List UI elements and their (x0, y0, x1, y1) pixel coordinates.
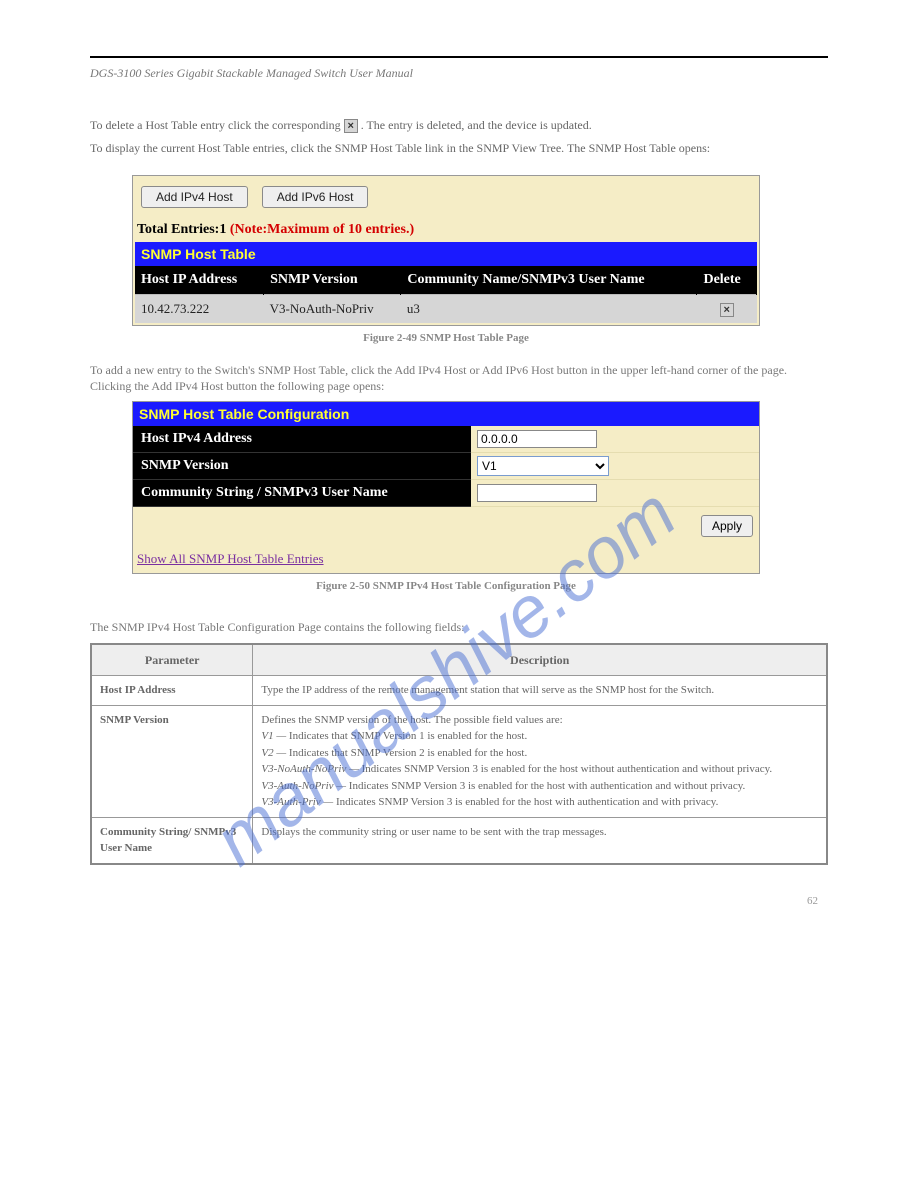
snmp-host-config-figure: SNMP Host Table Configuration Host IPv4 … (132, 401, 760, 592)
cell-snmp-version: V3-NoAuth-NoPriv (264, 294, 401, 323)
page-number: 62 (807, 895, 818, 907)
param-option-term: V1 — (261, 730, 286, 742)
param-name: Community String/ SNMPv3 User Name (91, 817, 253, 864)
col-community: Community Name/SNMPv3 User Name (401, 266, 697, 295)
host-ipv4-input[interactable] (477, 430, 597, 448)
col-snmp-version: SNMP Version (264, 266, 401, 295)
param-desc: Displays the community string or user na… (253, 817, 827, 864)
snmp-host-table-figure: Add IPv4 Host Add IPv6 Host Total Entrie… (132, 175, 760, 344)
total-entries-label: Total Entries: (137, 222, 219, 237)
add-ipv4-host-button[interactable]: Add IPv4 Host (141, 186, 248, 208)
col-delete: Delete (697, 266, 757, 295)
top-rule (90, 56, 828, 58)
cell-delete: × (697, 294, 757, 323)
page-header: DGS-3100 Series Gigabit Stackable Manage… (90, 66, 828, 81)
param-desc-intro: Defines the SNMP version of the host. Th… (261, 714, 562, 726)
param-desc: Defines the SNMP version of the host. Th… (253, 705, 827, 817)
cell-community: u3 (401, 294, 697, 323)
col-host-ip: Host IP Address (135, 266, 264, 295)
snmp-host-config-title: SNMP Host Table Configuration (133, 402, 759, 426)
param-option-text: Indicates SNMP Version 3 is enabled for … (333, 796, 718, 808)
community-string-label: Community String / SNMPv3 User Name (133, 480, 471, 507)
total-entries-value: 1 (219, 222, 226, 237)
param-name: SNMP Version (91, 705, 253, 817)
param-row: Community String/ SNMPv3 User Name Displ… (91, 817, 827, 864)
desc-col-header: Description (253, 644, 827, 676)
snmp-version-select[interactable]: V1 (477, 456, 609, 476)
param-option-text: Indicates SNMP Version 3 is enabled for … (359, 763, 772, 775)
cell-host-ip: 10.42.73.222 (135, 294, 264, 323)
manual-title: DGS-3100 Series Gigabit Stackable Manage… (90, 66, 413, 81)
delete-icon: × (344, 119, 358, 133)
param-option-term: V3-Auth-Priv — (261, 796, 333, 808)
param-option-text: Indicates SNMP Version 3 is enabled for … (346, 780, 745, 792)
param-option-text: Indicates that SNMP Version 1 is enabled… (286, 730, 527, 742)
param-lead-text: The SNMP IPv4 Host Table Configuration P… (90, 620, 828, 635)
param-row: Host IP Address Type the IP address of t… (91, 676, 827, 706)
intro-segment-1: To delete a Host Table entry click the c… (90, 118, 344, 132)
param-col-header: Parameter (91, 644, 253, 676)
figure-caption-2: Figure 2-50 SNMP IPv4 Host Table Configu… (132, 580, 760, 592)
param-option-text: Indicates that SNMP Version 2 is enabled… (286, 747, 527, 759)
param-name: Host IP Address (91, 676, 253, 706)
total-entries-line: Total Entries:1 (Note:Maximum of 10 entr… (135, 214, 757, 242)
snmp-host-config-panel: SNMP Host Table Configuration Host IPv4 … (132, 401, 760, 574)
snmp-host-config-table: Host IPv4 Address SNMP Version V1 Commun… (133, 426, 759, 507)
param-option-term: V3-NoAuth-NoPriv — (261, 763, 358, 775)
param-row: SNMP Version Defines the SNMP version of… (91, 705, 827, 817)
snmp-host-table-panel: Add IPv4 Host Add IPv6 Host Total Entrie… (132, 175, 760, 326)
add-ipv6-host-button[interactable]: Add IPv6 Host (262, 186, 369, 208)
param-option-term: V3-Auth-NoPriv — (261, 780, 346, 792)
parameter-table: Parameter Description Host IP Address Ty… (90, 643, 828, 865)
intro-text: To delete a Host Table entry click the c… (90, 117, 828, 157)
delete-row-icon[interactable]: × (720, 303, 734, 317)
subhead-nav-text: To add a new entry to the Switch's SNMP … (90, 362, 828, 396)
snmp-version-label: SNMP Version (133, 453, 471, 480)
figure-caption-1: Figure 2-49 SNMP Host Table Page (132, 332, 760, 344)
snmp-host-table: Host IP Address SNMP Version Community N… (135, 266, 757, 323)
apply-button[interactable]: Apply (701, 515, 753, 537)
intro-segment-2: . The entry is deleted, and the device i… (361, 118, 592, 132)
intro-paragraph-2: To display the current Host Table entrie… (90, 140, 828, 157)
table-row: 10.42.73.222 V3-NoAuth-NoPriv u3 × (135, 294, 757, 323)
host-ipv4-label: Host IPv4 Address (133, 426, 471, 453)
show-all-link[interactable]: Show All SNMP Host Table Entries (137, 551, 324, 566)
snmp-host-table-title: SNMP Host Table (135, 242, 757, 266)
community-string-input[interactable] (477, 484, 597, 502)
param-desc: Type the IP address of the remote manage… (253, 676, 827, 706)
param-option-term: V2 — (261, 747, 286, 759)
total-entries-note: (Note:Maximum of 10 entries.) (230, 222, 414, 237)
